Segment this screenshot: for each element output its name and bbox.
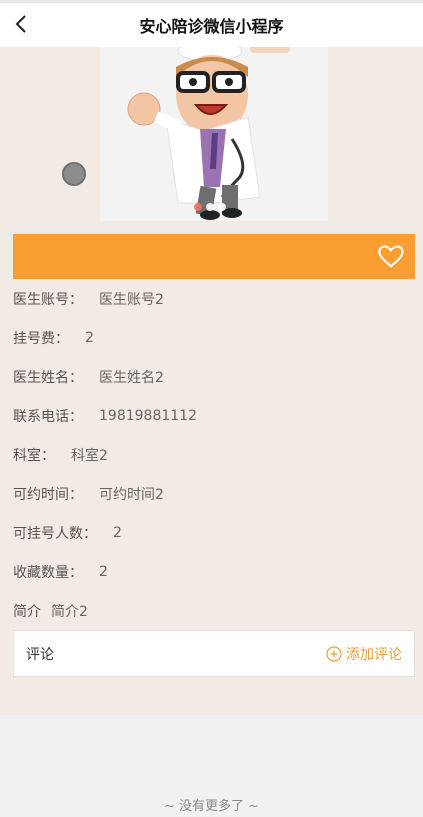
carousel-dot[interactable] [206, 203, 214, 211]
field-phone: 联系电话： 19819881112 [13, 396, 415, 435]
nav-bar: 安心陪诊微信小程序 [0, 0, 423, 47]
image-carousel[interactable] [100, 47, 328, 221]
action-banner [13, 234, 415, 279]
field-value: 医生姓名2 [99, 369, 164, 386]
comment-title: 评论 [26, 646, 54, 663]
field-value: 科室2 [71, 447, 108, 464]
field-registration-fee: 挂号费： 2 [13, 318, 415, 357]
doctor-cartoon-image [100, 47, 328, 221]
field-doctor-account: 医生账号： 医生账号2 [13, 279, 415, 318]
field-value: 2 [113, 524, 122, 541]
add-comment-label: 添加评论 [346, 646, 402, 663]
field-label: 可挂号人数： [13, 525, 97, 542]
plus-circle-icon [326, 645, 342, 662]
back-icon[interactable] [10, 12, 34, 36]
doctor-info-list: 医生账号： 医生账号2 挂号费： 2 医生姓名： 医生姓名2 联系电话： 198… [13, 279, 415, 630]
add-comment-button[interactable]: 添加评论 [326, 644, 402, 664]
detail-content: 医生账号： 医生账号2 挂号费： 2 医生姓名： 医生姓名2 联系电话： 198… [0, 47, 423, 715]
field-department: 科室： 科室2 [13, 435, 415, 474]
field-label: 联系电话： [13, 408, 83, 425]
field-label: 医生账号： [13, 291, 83, 308]
carousel-dot-active[interactable] [194, 203, 202, 211]
field-label: 科室： [13, 447, 55, 464]
field-label: 医生姓名： [13, 369, 83, 386]
field-introduction: 简介 简介2 [13, 591, 415, 630]
carousel-dots [194, 203, 226, 211]
field-label: 简介 [13, 603, 41, 620]
comment-section: 评论 添加评论 [13, 630, 415, 677]
field-value: 2 [99, 563, 108, 580]
page-title: 安心陪诊微信小程序 [139, 17, 284, 36]
field-value: 19819881112 [99, 407, 197, 424]
floating-assistive-button[interactable] [62, 162, 86, 186]
field-value: 2 [85, 329, 94, 346]
field-bookable-count: 可挂号人数： 2 [13, 513, 415, 552]
field-available-time: 可约时间： 可约时间2 [13, 474, 415, 513]
heart-icon[interactable] [377, 243, 405, 271]
field-doctor-name: 医生姓名： 医生姓名2 [13, 357, 415, 396]
field-favorite-count: 收藏数量： 2 [13, 552, 415, 591]
field-label: 挂号费： [13, 330, 69, 347]
no-more-text: ~ 没有更多了 ~ [163, 799, 260, 814]
field-value: 可约时间2 [99, 486, 164, 503]
field-value: 简介2 [51, 603, 88, 620]
field-label: 收藏数量： [13, 564, 83, 581]
carousel-dot[interactable] [218, 203, 226, 211]
field-label: 可约时间： [13, 486, 83, 503]
field-value: 医生账号2 [99, 291, 164, 308]
